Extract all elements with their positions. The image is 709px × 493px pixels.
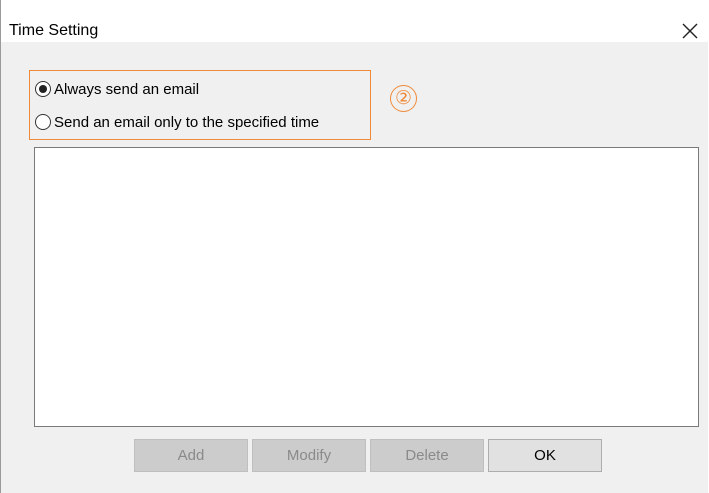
dialog-title: Time Setting [9,22,99,39]
radio-selected-icon [35,81,51,97]
radio-specified-time-label: Send an email only to the specified time [54,113,320,131]
add-button[interactable]: Add [134,439,248,472]
close-icon [682,23,698,39]
time-list[interactable] [34,147,699,427]
step-marker: ② [390,85,417,112]
ok-button[interactable]: OK [488,439,602,472]
title-bar: Time Setting [1,0,709,42]
close-button[interactable] [673,16,703,46]
send-mode-group: Always send an email Send an email only … [29,70,371,140]
modify-button[interactable]: Modify [252,439,366,472]
radio-specified-time[interactable]: Send an email only to the specified time [35,111,319,133]
time-setting-dialog: Time Setting Always send an email Send a… [0,0,709,493]
radio-always-send-label: Always send an email [54,80,200,98]
radio-always-send[interactable]: Always send an email [35,78,199,100]
radio-unselected-icon [35,114,51,130]
delete-button[interactable]: Delete [370,439,484,472]
